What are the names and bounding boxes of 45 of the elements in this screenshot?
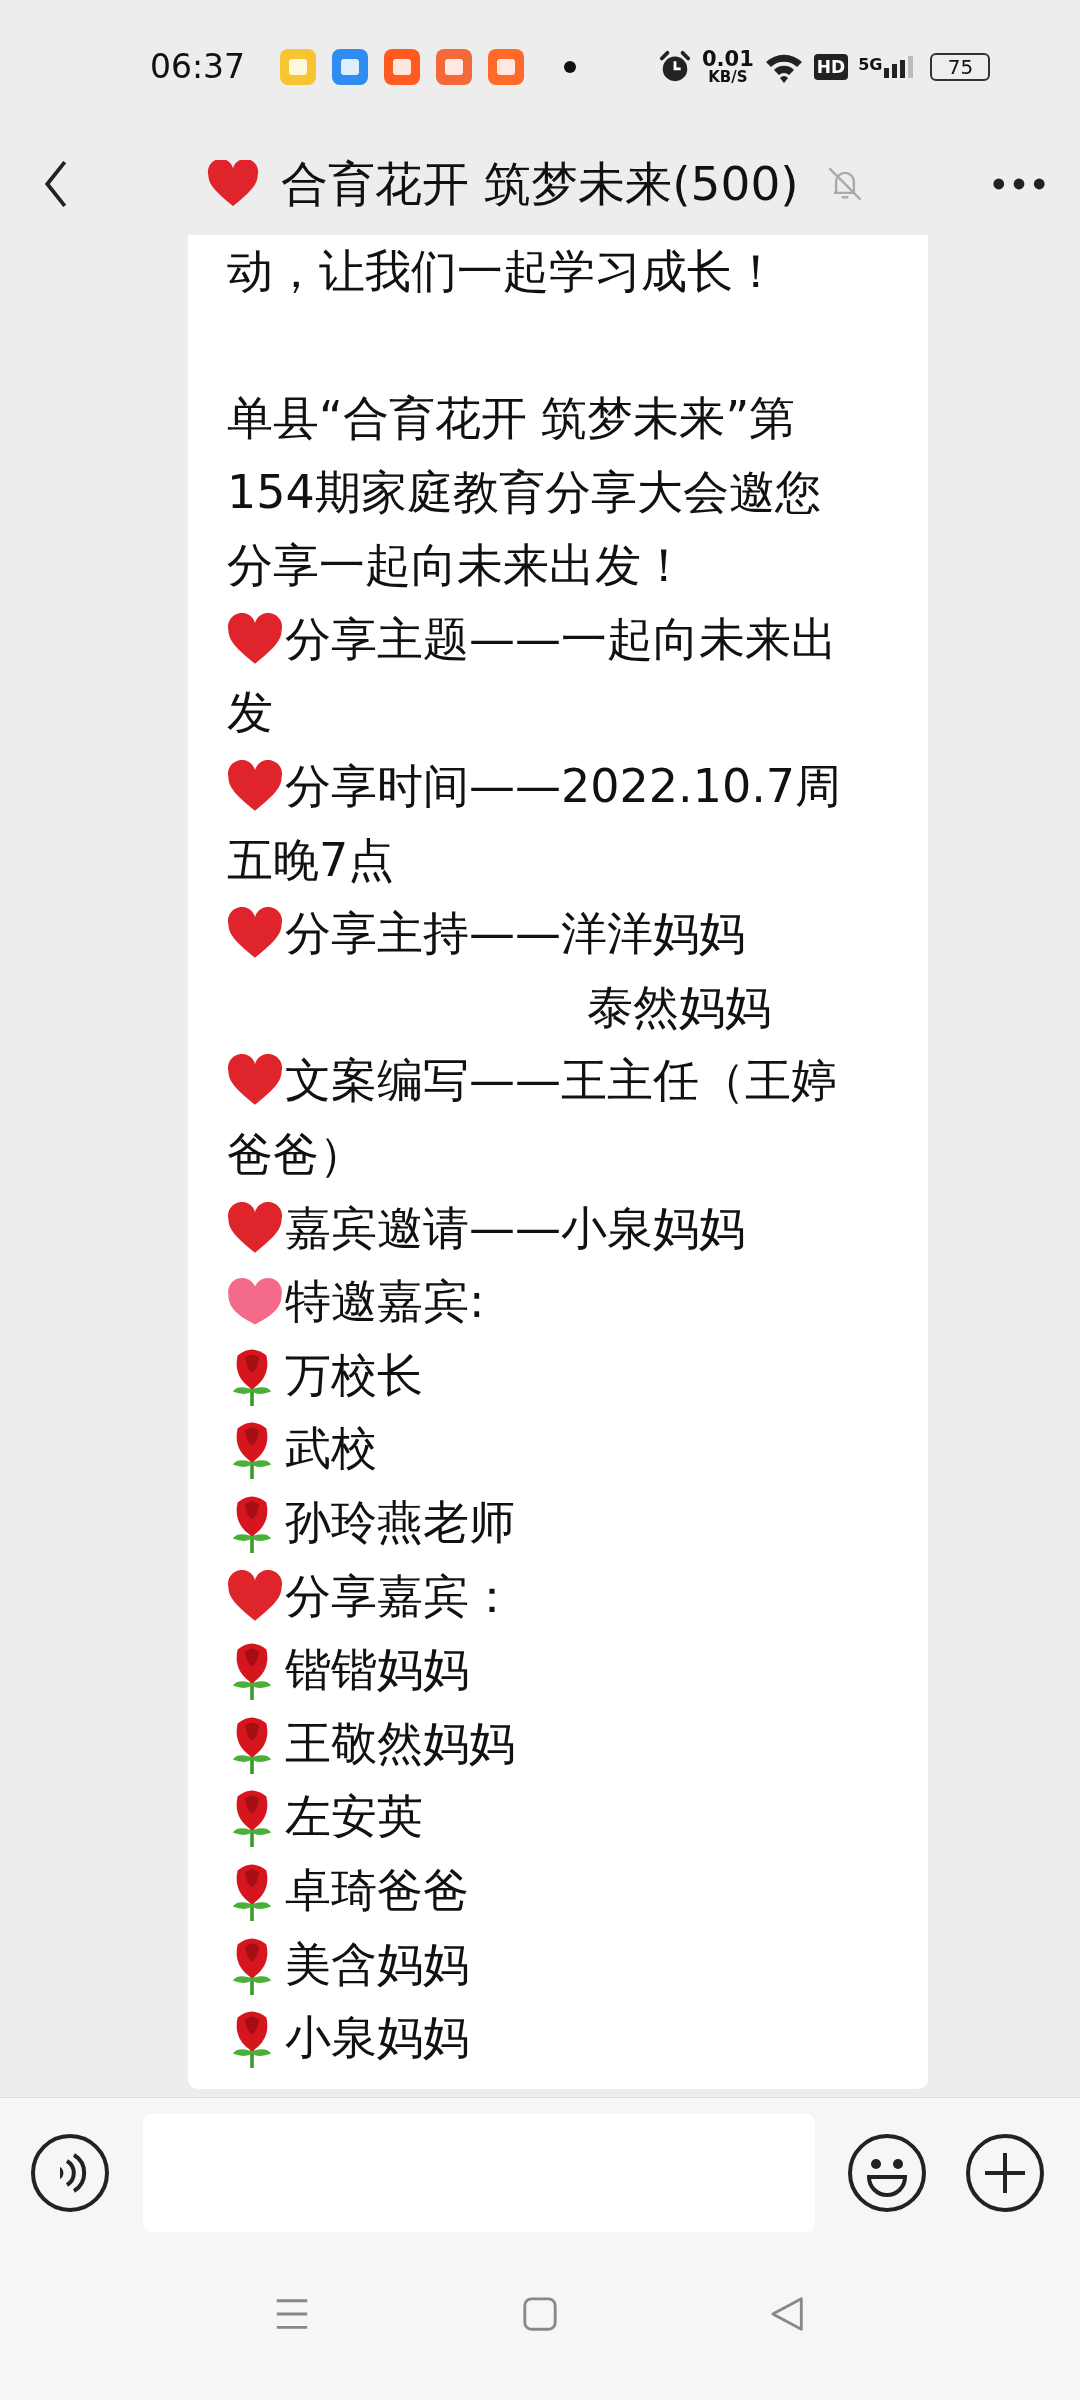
message-text: 分享一起向未来出发！ — [227, 537, 687, 595]
signal-icon — [884, 54, 915, 79]
add-icon[interactable] — [965, 2133, 1045, 2214]
message-text: 王敬然妈妈 — [285, 1714, 515, 1772]
app-notification-icon — [436, 48, 472, 85]
message-text: 分享嘉宾： — [285, 1567, 515, 1625]
net-speed: 0.01 — [702, 48, 754, 70]
message-text: 左安英 — [285, 1788, 423, 1846]
message-text: 五晚7点 — [227, 831, 395, 889]
message-text: 卓琦爸爸 — [285, 1861, 469, 1919]
heart-icon — [207, 160, 260, 209]
network-type: 5G — [858, 54, 883, 74]
net-speed-unit: KB/S — [708, 69, 748, 85]
message-text: 动，让我们一起学习成长！ — [227, 242, 779, 300]
message-text: 发 — [227, 684, 273, 742]
message-text: 特邀嘉宾: — [285, 1273, 485, 1331]
message-text: 单县“合育花开 筑梦未来”第 — [227, 390, 796, 448]
hd-badge: HD — [813, 53, 849, 80]
message-text: 泰然妈妈 — [587, 978, 771, 1036]
message-text: 爸爸） — [227, 1126, 365, 1183]
message-text: 154期家庭教育分享大会邀您 — [227, 463, 821, 521]
message-text: 分享主题——一起向未来出 — [285, 610, 837, 668]
message-text: 文案编写——王主任（王婷 — [285, 1052, 837, 1110]
emoji-icon[interactable] — [847, 2133, 927, 2214]
message-text: 武校 — [285, 1420, 377, 1478]
app-notification-icon — [332, 48, 368, 85]
app-notification-icon — [280, 48, 316, 85]
dot-icon — [564, 60, 576, 73]
home-icon[interactable] — [521, 2295, 559, 2334]
chat-title: 合育花开 筑梦未来(500) — [281, 154, 799, 213]
more-icon[interactable] — [992, 177, 1046, 192]
battery-indicator: 75 — [930, 52, 991, 81]
message-text: 嘉宾邀请——小泉妈妈 — [285, 1199, 745, 1257]
message-text: 孙玲燕老师 — [285, 1493, 515, 1551]
voice-icon[interactable] — [30, 2133, 110, 2214]
app-notification-icon — [384, 48, 420, 85]
message-text: 分享主持——洋洋妈妈 — [285, 905, 745, 963]
message-text: 美含妈妈 — [285, 1935, 469, 1993]
alarm-icon — [658, 49, 692, 84]
message-text: 锴锴妈妈 — [285, 1641, 469, 1699]
status-time: 06:37 — [150, 47, 247, 87]
message-text: 小泉妈妈 — [285, 2009, 469, 2067]
message-text: 万校长 — [285, 1346, 423, 1404]
app-notification-icon — [488, 48, 524, 85]
message-text: 分享时间——2022.10.7周 — [285, 758, 842, 815]
